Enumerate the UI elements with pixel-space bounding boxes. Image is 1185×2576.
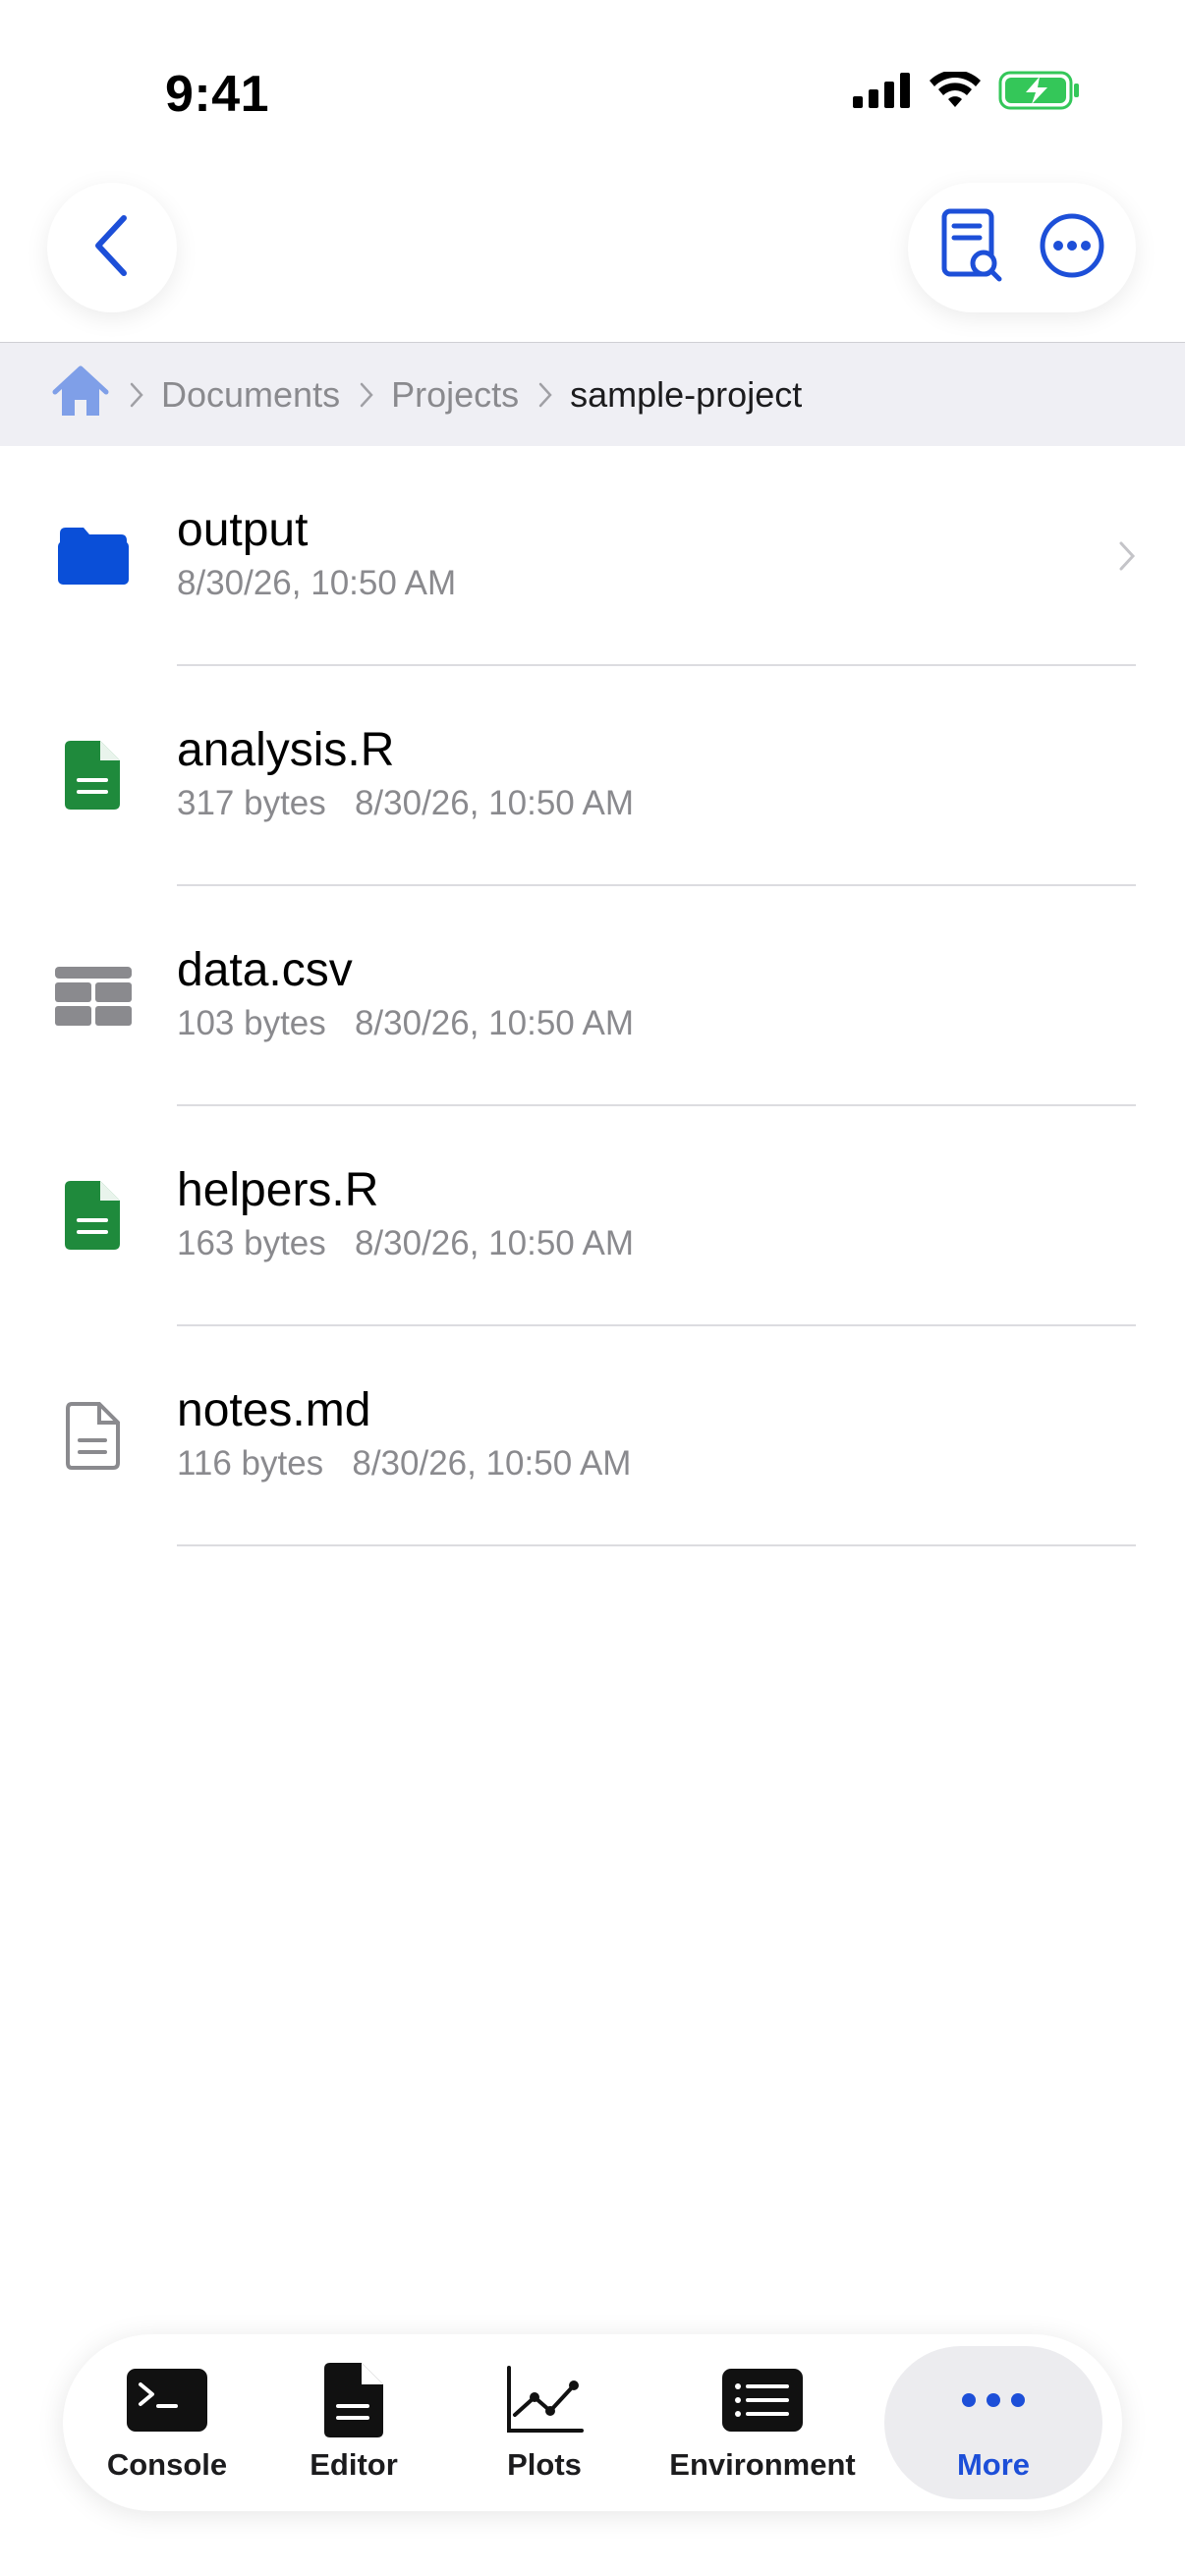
file-name: notes.md — [177, 1384, 371, 1436]
breadcrumb-current: sample-project — [570, 373, 803, 415]
tab-plots[interactable]: Plots — [448, 2346, 641, 2499]
list-item-analysis[interactable]: analysis.R 317 bytes 8/30/26, 10:50 AM — [0, 666, 1185, 886]
tab-label: Console — [106, 2447, 228, 2482]
status-icons — [853, 70, 1081, 115]
r-file-icon — [51, 1106, 136, 1326]
file-name: output — [177, 504, 309, 556]
chevron-right-icon — [360, 382, 373, 408]
status-time: 9:41 — [165, 66, 270, 123]
tab-bar: Console Editor Plots Environment More — [63, 2334, 1122, 2511]
list-item-output[interactable]: output 8/30/26, 10:50 AM — [0, 446, 1185, 666]
chevron-right-icon — [538, 382, 552, 408]
ellipsis-circle-icon — [1039, 212, 1105, 284]
wifi-icon — [930, 70, 981, 114]
file-name: helpers.R — [177, 1164, 379, 1216]
cellular-signal-icon — [853, 73, 912, 113]
line-chart-icon — [505, 2363, 584, 2437]
chevron-right-icon — [130, 382, 143, 408]
list-item-notes[interactable]: notes.md 116 bytes 8/30/26, 10:50 AM — [0, 1326, 1185, 1546]
divider — [177, 1544, 1136, 1546]
nav-actions — [908, 183, 1136, 312]
file-meta: 8/30/26, 10:50 AM — [177, 564, 457, 602]
file-name: data.csv — [177, 944, 353, 996]
file-name: analysis.R — [177, 724, 395, 776]
search-document-button[interactable] — [927, 202, 1017, 293]
tab-console[interactable]: Console — [75, 2346, 259, 2499]
home-icon[interactable] — [51, 364, 110, 424]
table-icon — [51, 886, 136, 1106]
tab-label: Plots — [507, 2447, 582, 2482]
document-icon — [324, 2363, 383, 2437]
tab-more[interactable]: More — [884, 2346, 1102, 2499]
chevron-left-icon — [92, 214, 132, 282]
file-meta: 103 bytes 8/30/26, 10:50 AM — [177, 1004, 635, 1042]
breadcrumb-projects[interactable]: Projects — [391, 374, 519, 416]
tab-label: More — [956, 2447, 1031, 2482]
terminal-icon — [127, 2363, 207, 2437]
list-item-data[interactable]: data.csv 103 bytes 8/30/26, 10:50 AM — [0, 886, 1185, 1106]
tab-label: Environment — [669, 2447, 856, 2482]
folder-icon — [51, 446, 136, 666]
status-bar: 9:41 — [0, 0, 1185, 187]
tab-editor[interactable]: Editor — [259, 2346, 448, 2499]
breadcrumb: Documents Projects sample-project — [0, 342, 1185, 446]
document-search-icon — [940, 208, 1003, 288]
file-meta: 317 bytes 8/30/26, 10:50 AM — [177, 784, 635, 822]
tab-environment[interactable]: Environment — [641, 2346, 884, 2499]
list-item-helpers[interactable]: helpers.R 163 bytes 8/30/26, 10:50 AM — [0, 1106, 1185, 1326]
more-options-button[interactable] — [1027, 202, 1117, 293]
document-icon — [51, 1326, 136, 1546]
r-file-icon — [51, 666, 136, 886]
back-button[interactable] — [47, 183, 177, 312]
battery-charging-icon — [998, 71, 1081, 115]
breadcrumb-documents[interactable]: Documents — [161, 374, 340, 416]
chevron-right-icon — [1118, 446, 1136, 666]
file-meta: 163 bytes 8/30/26, 10:50 AM — [177, 1224, 635, 1262]
tab-label: Editor — [310, 2447, 398, 2482]
file-meta: 116 bytes 8/30/26, 10:50 AM — [177, 1444, 632, 1483]
ellipsis-icon — [959, 2363, 1028, 2437]
file-list: output 8/30/26, 10:50 AM analysis.R 317 … — [0, 446, 1185, 1546]
list-icon — [722, 2363, 803, 2437]
